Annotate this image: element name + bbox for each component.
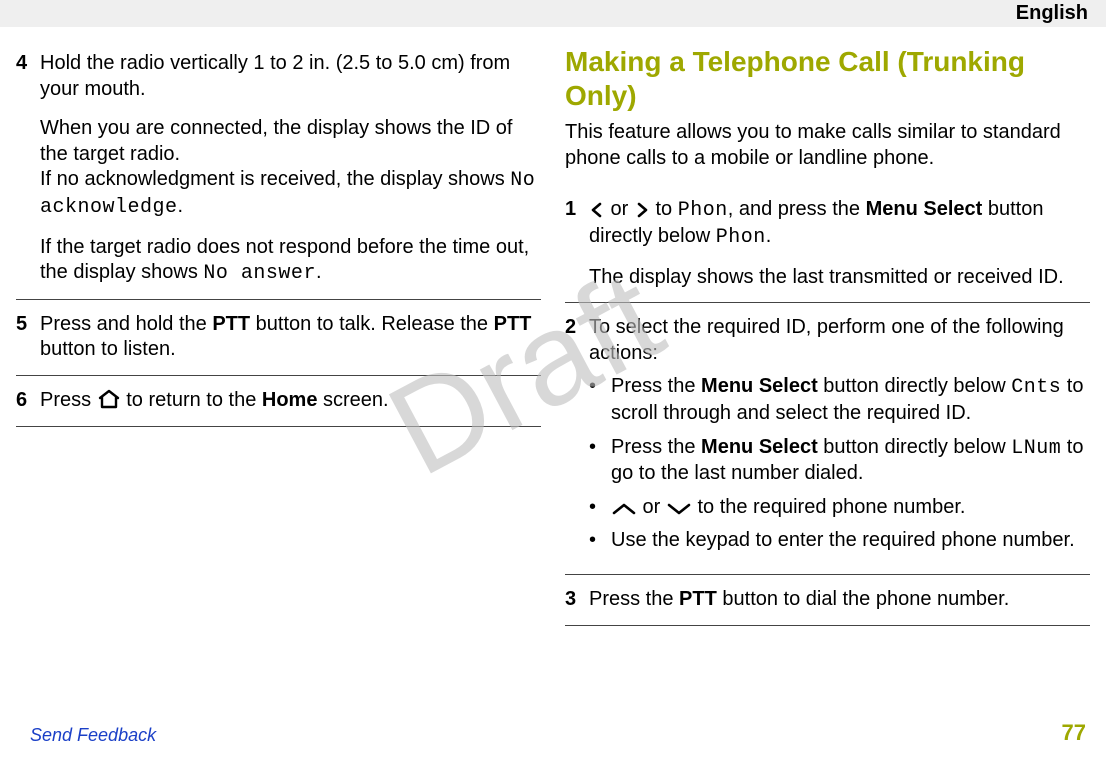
step4-p2: When you are connected, the display show…: [40, 116, 541, 220]
menu-select-label: Menu Select: [866, 198, 983, 220]
right-column: Making a Telephone Call (Trunking Only) …: [565, 39, 1090, 626]
section-title: Making a Telephone Call (Trunking Only): [565, 45, 1090, 112]
step-number: 4: [16, 51, 40, 287]
section-intro: This feature allows you to make calls si…: [565, 120, 1090, 171]
step-number: 6: [16, 388, 40, 414]
step-body: Press the PTT button to dial the phone n…: [589, 587, 1090, 613]
step-number: 2: [565, 315, 589, 562]
home-label: Home: [262, 389, 318, 411]
ptt-label: PTT: [679, 588, 717, 610]
step-4: 4 Hold the radio vertically 1 to 2 in. (…: [16, 39, 541, 300]
text: to return to the: [121, 389, 262, 411]
text: button directly below: [818, 436, 1011, 458]
list-item: Use the keypad to enter the required pho…: [589, 528, 1090, 554]
text: , and press the: [728, 198, 866, 220]
r1-l1: or to Phon, and press the Menu Select bu…: [589, 197, 1090, 250]
step-body: Press and hold the PTT button to talk. R…: [40, 312, 541, 363]
r-step-1: 1 or to Phon, and press the Menu Select …: [565, 185, 1090, 303]
text: .: [178, 195, 184, 217]
text: to the required phone number.: [692, 496, 966, 518]
text: Press the: [611, 436, 701, 458]
display-text-cnts: Cnts: [1011, 376, 1061, 399]
text: button to listen.: [40, 338, 176, 360]
step-body: To select the required ID, perform one o…: [589, 315, 1090, 562]
down-chevron-icon: [666, 495, 692, 521]
text: screen.: [317, 389, 388, 411]
text: button directly below: [818, 375, 1011, 397]
text: or: [605, 198, 634, 220]
text: Press the: [611, 375, 701, 397]
left-arrow-icon: [589, 197, 605, 223]
text: Use the keypad to enter the required pho…: [611, 528, 1090, 554]
text: .: [316, 261, 322, 283]
r-step-2: 2 To select the required ID, perform one…: [565, 303, 1090, 575]
send-feedback-link[interactable]: Send Feedback: [30, 724, 156, 747]
text: button to dial the phone number.: [717, 588, 1009, 610]
up-chevron-icon: [611, 495, 637, 521]
step-6: 6 Press to return to the Home screen.: [16, 376, 541, 427]
text: button to talk. Release the: [250, 313, 494, 335]
list-item: Press the Menu Select button directly be…: [589, 374, 1090, 426]
menu-select-label: Menu Select: [701, 436, 818, 458]
text: Press: [40, 389, 97, 411]
r1-p2: The display shows the last transmitted o…: [589, 265, 1090, 291]
display-text-lnum: LNum: [1011, 437, 1061, 460]
step-body: or to Phon, and press the Menu Select bu…: [589, 197, 1090, 290]
step-body: Press to return to the Home screen.: [40, 388, 541, 414]
step4-p1: Hold the radio vertically 1 to 2 in. (2.…: [40, 51, 541, 102]
list-item: or to the required phone number.: [589, 495, 1090, 521]
text: Press and hold the: [40, 313, 212, 335]
header-bar: English: [0, 0, 1106, 27]
home-icon: [97, 388, 121, 414]
text: to: [650, 198, 678, 220]
ptt-label: PTT: [494, 313, 532, 335]
text: Press the: [589, 588, 679, 610]
step-number: 3: [565, 587, 589, 613]
footer: Send Feedback 77: [30, 719, 1086, 747]
left-column: 4 Hold the radio vertically 1 to 2 in. (…: [16, 39, 541, 626]
display-text-phon: Phon: [678, 199, 728, 222]
right-arrow-icon: [634, 197, 650, 223]
text: .: [766, 225, 772, 247]
r2-bullets: Press the Menu Select button directly be…: [589, 374, 1090, 554]
step4-p3: If the target radio does not respond bef…: [40, 235, 541, 287]
ptt-label: PTT: [212, 313, 250, 335]
text: If no acknowledgment is received, the di…: [40, 168, 510, 190]
step-body: Hold the radio vertically 1 to 2 in. (2.…: [40, 51, 541, 287]
page-number: 77: [1062, 719, 1086, 747]
text: When you are connected, the display show…: [40, 117, 513, 165]
list-item: Press the Menu Select button directly be…: [589, 435, 1090, 487]
text: or: [637, 496, 666, 518]
display-text-phon: Phon: [716, 226, 766, 249]
r-step-3: 3 Press the PTT button to dial the phone…: [565, 575, 1090, 626]
r2-intro: To select the required ID, perform one o…: [589, 315, 1090, 366]
menu-select-label: Menu Select: [701, 375, 818, 397]
step-number: 1: [565, 197, 589, 290]
display-text-no-answer: No answer: [203, 262, 316, 285]
page-body: 4 Hold the radio vertically 1 to 2 in. (…: [0, 27, 1106, 626]
step-5: 5 Press and hold the PTT button to talk.…: [16, 300, 541, 376]
language-label: English: [1016, 1, 1088, 27]
step-number: 5: [16, 312, 40, 363]
